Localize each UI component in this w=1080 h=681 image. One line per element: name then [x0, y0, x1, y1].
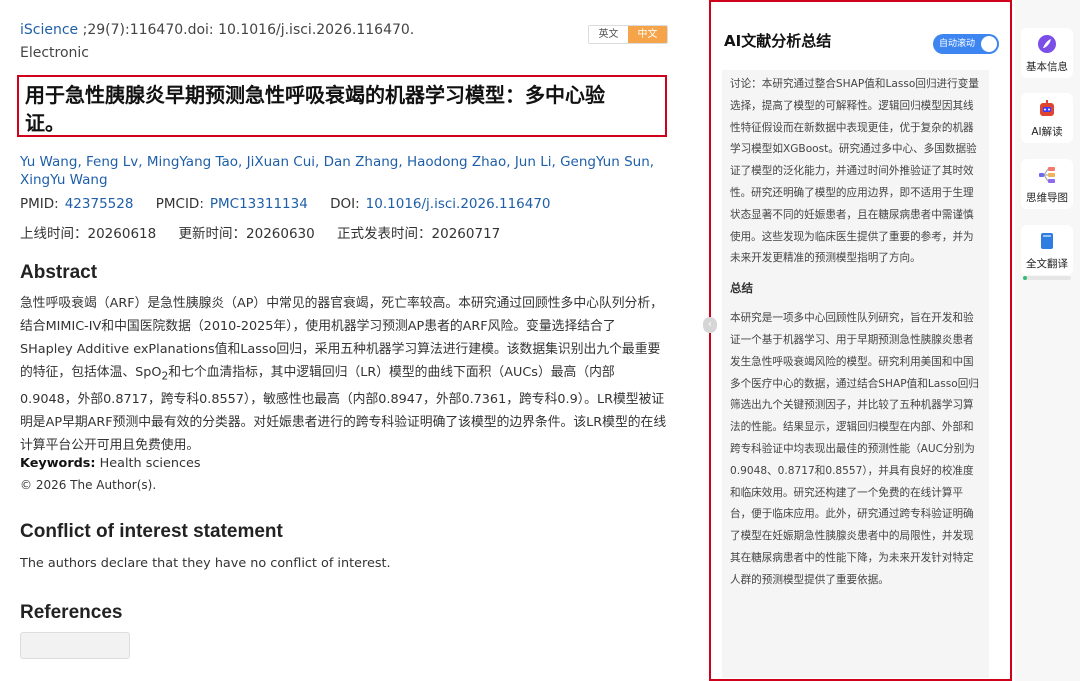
article-identifiers: PMID: 42375528 PMCID: PMC13311134 DOI: 10.1…	[20, 196, 569, 212]
online-date: 上线时间：20260618	[20, 226, 157, 242]
author-link[interactable]: Yu Wang	[20, 154, 77, 170]
author-separator: ,	[398, 154, 407, 170]
abstract-text: 急性呼吸衰竭（ARF）是急性胰腺炎（AP）中常见的器官衰竭，死亡率较高。本研究通…	[20, 292, 668, 457]
translate-progress-fill	[1023, 276, 1027, 280]
journal-link[interactable]: iScience	[20, 22, 78, 38]
author-separator: ,	[649, 154, 655, 170]
lang-chinese-button[interactable]: 中文	[628, 26, 667, 43]
author-link[interactable]: Haodong Zhao	[407, 154, 506, 170]
author-separator: ,	[551, 154, 561, 170]
article-title: 用于急性胰腺炎早期预测急性呼吸衰竭的机器学习模型：多中心验 证。	[25, 81, 659, 137]
ai-panel-title: AI文献分析总结	[724, 32, 832, 50]
rail-ai-interpret[interactable]: AI解读	[1021, 93, 1073, 143]
rail-full-translate[interactable]: 全文翻译	[1021, 225, 1073, 275]
pmcid-link[interactable]: PMC13311134	[210, 196, 308, 212]
auto-scroll-label: 自动滚动	[939, 39, 976, 49]
keywords: Keywords: Health sciences	[20, 456, 201, 471]
author-separator: ,	[315, 154, 324, 170]
ai-summary-text: 本研究是一项多中心回顾性队列研究，旨在开发和验证一个基于机器学习、用于早期预测急…	[730, 312, 979, 586]
article-pane: iScience ;29(7):116470.doi: 10.1016/j.is…	[0, 0, 700, 681]
rail-full-translate-label: 全文翻译	[1026, 258, 1068, 270]
lang-english-button[interactable]: 英文	[589, 26, 628, 43]
ai-summary-content[interactable]: 讨论：本研究通过整合SHAP值和Lasso回归进行变量选择，提高了模型的可解释性…	[722, 70, 989, 678]
abstract-heading: Abstract	[20, 262, 98, 283]
feather-icon	[1038, 35, 1056, 53]
panel-collapse-handle[interactable]: ‹	[703, 317, 717, 333]
author-list: Yu Wang, Feng Lv, MingYang Tao, JiXuan C…	[20, 153, 660, 189]
conflict-heading: Conflict of interest statement	[20, 521, 283, 542]
article-title-line1: 用于急性胰腺炎早期预测急性呼吸衰竭的机器学习模型：多中心验	[25, 83, 605, 107]
auto-scroll-toggle[interactable]: 自动滚动	[933, 34, 999, 54]
book-icon	[1041, 233, 1053, 249]
conflict-text: The authors declare that they have no co…	[20, 556, 391, 571]
update-date: 更新时间：20260630	[178, 226, 315, 242]
rail-ai-interpret-label: AI解读	[1031, 126, 1063, 138]
copyright: © 2026 The Author(s).	[20, 478, 157, 492]
publication-type: Electronic	[20, 45, 90, 61]
author-link[interactable]: Feng Lv	[86, 154, 138, 170]
pmid-label: PMID:	[20, 196, 59, 212]
author-link[interactable]: XingYu Wang	[20, 172, 108, 188]
article-title-highlight: 用于急性胰腺炎早期预测急性呼吸衰竭的机器学习模型：多中心验 证。	[17, 75, 667, 137]
rail-mind-map-label: 思维导图	[1026, 192, 1068, 204]
keywords-value: Health sciences	[95, 456, 201, 471]
author-link[interactable]: GengYun Sun	[560, 154, 650, 170]
citation-line: iScience ;29(7):116470.doi: 10.1016/j.is…	[20, 22, 414, 38]
author-separator: ,	[238, 154, 247, 170]
author-link[interactable]: Dan Zhang	[324, 154, 399, 170]
citation-text: ;29(7):116470.doi: 10.1016/j.isci.2026.1…	[78, 22, 415, 38]
tool-rail: 基本信息 AI解读 思维导图 全文翻译	[1015, 0, 1080, 681]
author-separator: ,	[138, 154, 147, 170]
pmid-link[interactable]: 42375528	[65, 196, 134, 212]
toggle-knob	[981, 36, 997, 52]
keywords-label: Keywords:	[20, 456, 96, 471]
article-dates: 上线时间：20260618 更新时间：20260630 正式发表时间：20260…	[20, 222, 518, 242]
rail-mind-map[interactable]: 思维导图	[1021, 159, 1073, 209]
article-title-line2: 证。	[25, 111, 65, 135]
ai-summary-panel: AI文献分析总结 自动滚动 讨论：本研究通过整合SHAP值和Lasso回归进行变…	[709, 0, 1012, 681]
doi-label: DOI:	[330, 196, 360, 212]
author-separator: ,	[506, 154, 515, 170]
doi-link[interactable]: 10.1016/j.isci.2026.116470	[366, 196, 551, 212]
rail-basic-info-label: 基本信息	[1026, 61, 1068, 73]
publish-date: 正式发表时间：20260717	[337, 226, 501, 242]
language-switch: 英文 中文	[588, 25, 668, 44]
robot-icon	[1040, 100, 1054, 116]
translate-progress-bar	[1023, 276, 1071, 280]
author-link[interactable]: MingYang Tao	[147, 154, 238, 170]
references-heading: References	[20, 602, 123, 623]
references-loading-placeholder	[20, 632, 130, 659]
rail-basic-info[interactable]: 基本信息	[1021, 28, 1073, 78]
ai-summary-heading: 总结	[730, 281, 753, 296]
ai-discussion-text: 讨论：本研究通过整合SHAP值和Lasso回归进行变量选择，提高了模型的可解释性…	[730, 78, 979, 265]
author-separator: ,	[77, 154, 87, 170]
author-link[interactable]: Jun Li	[515, 154, 552, 170]
mindmap-icon	[1039, 167, 1055, 183]
author-link[interactable]: JiXuan Cui	[247, 154, 315, 170]
pmcid-label: PMCID:	[155, 196, 204, 212]
